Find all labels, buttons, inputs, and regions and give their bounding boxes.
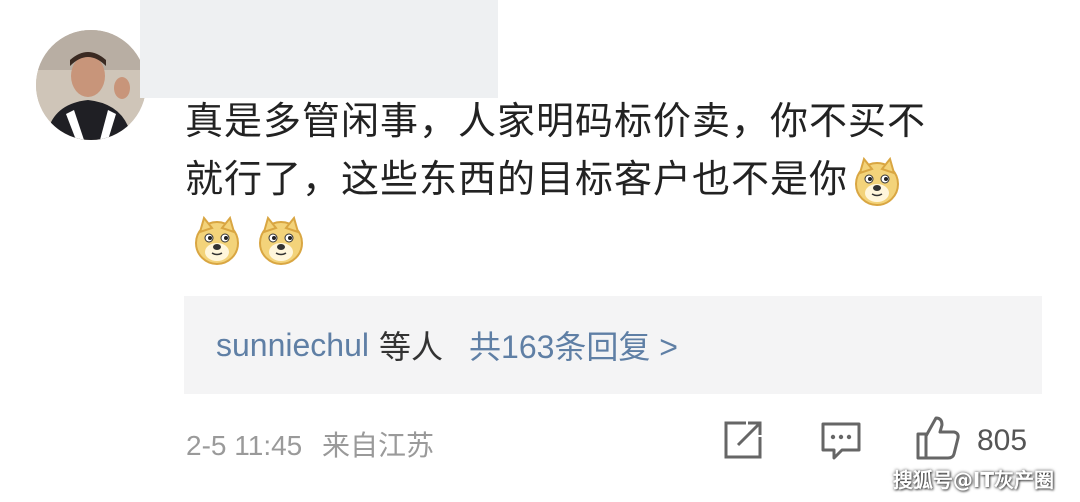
emoji-row	[188, 216, 316, 266]
avatar-image	[36, 30, 146, 140]
comment-line-1: 真是多管闲事，人家明码标价卖，你不买不	[185, 99, 927, 143]
like-button[interactable]	[912, 412, 964, 464]
comment-text: 真是多管闲事，人家明码标价卖，你不买不 就行了，这些东西的目标客户也不是你	[185, 92, 1035, 208]
reply-users[interactable]: sunniechul	[216, 327, 369, 364]
reply-users-suffix: 等人	[379, 328, 444, 366]
watermark: 搜狐号@IT灰产圈	[892, 468, 1054, 492]
doge-emoji-icon	[855, 156, 900, 206]
view-replies-link[interactable]: 共163条回复 >	[469, 322, 678, 368]
comment-line-2: 就行了，这些东西的目标客户也不是你	[185, 157, 849, 201]
thumbs-up-icon	[916, 416, 960, 460]
avatar[interactable]	[36, 30, 146, 140]
doge-emoji-icon	[259, 216, 303, 265]
comment-location: 来自江苏	[322, 430, 435, 461]
comment-time: 2-5 11:45	[186, 430, 303, 461]
comment-icon	[821, 422, 861, 460]
share-button[interactable]	[720, 417, 766, 463]
replies-summary[interactable]: sunniechul 等人 共163条回复 >	[184, 296, 1042, 394]
share-icon	[724, 421, 762, 459]
like-count: 805	[977, 424, 1028, 457]
doge-emoji-icon	[195, 216, 239, 265]
comment-button[interactable]	[818, 417, 864, 463]
comment-meta: 2-5 11:45 来自江苏	[186, 424, 434, 464]
comment-card: 真是多管闲事，人家明码标价卖，你不买不 就行了，这些东西的目标客户也不是你 su…	[0, 0, 1080, 502]
username-blurred	[140, 0, 498, 98]
